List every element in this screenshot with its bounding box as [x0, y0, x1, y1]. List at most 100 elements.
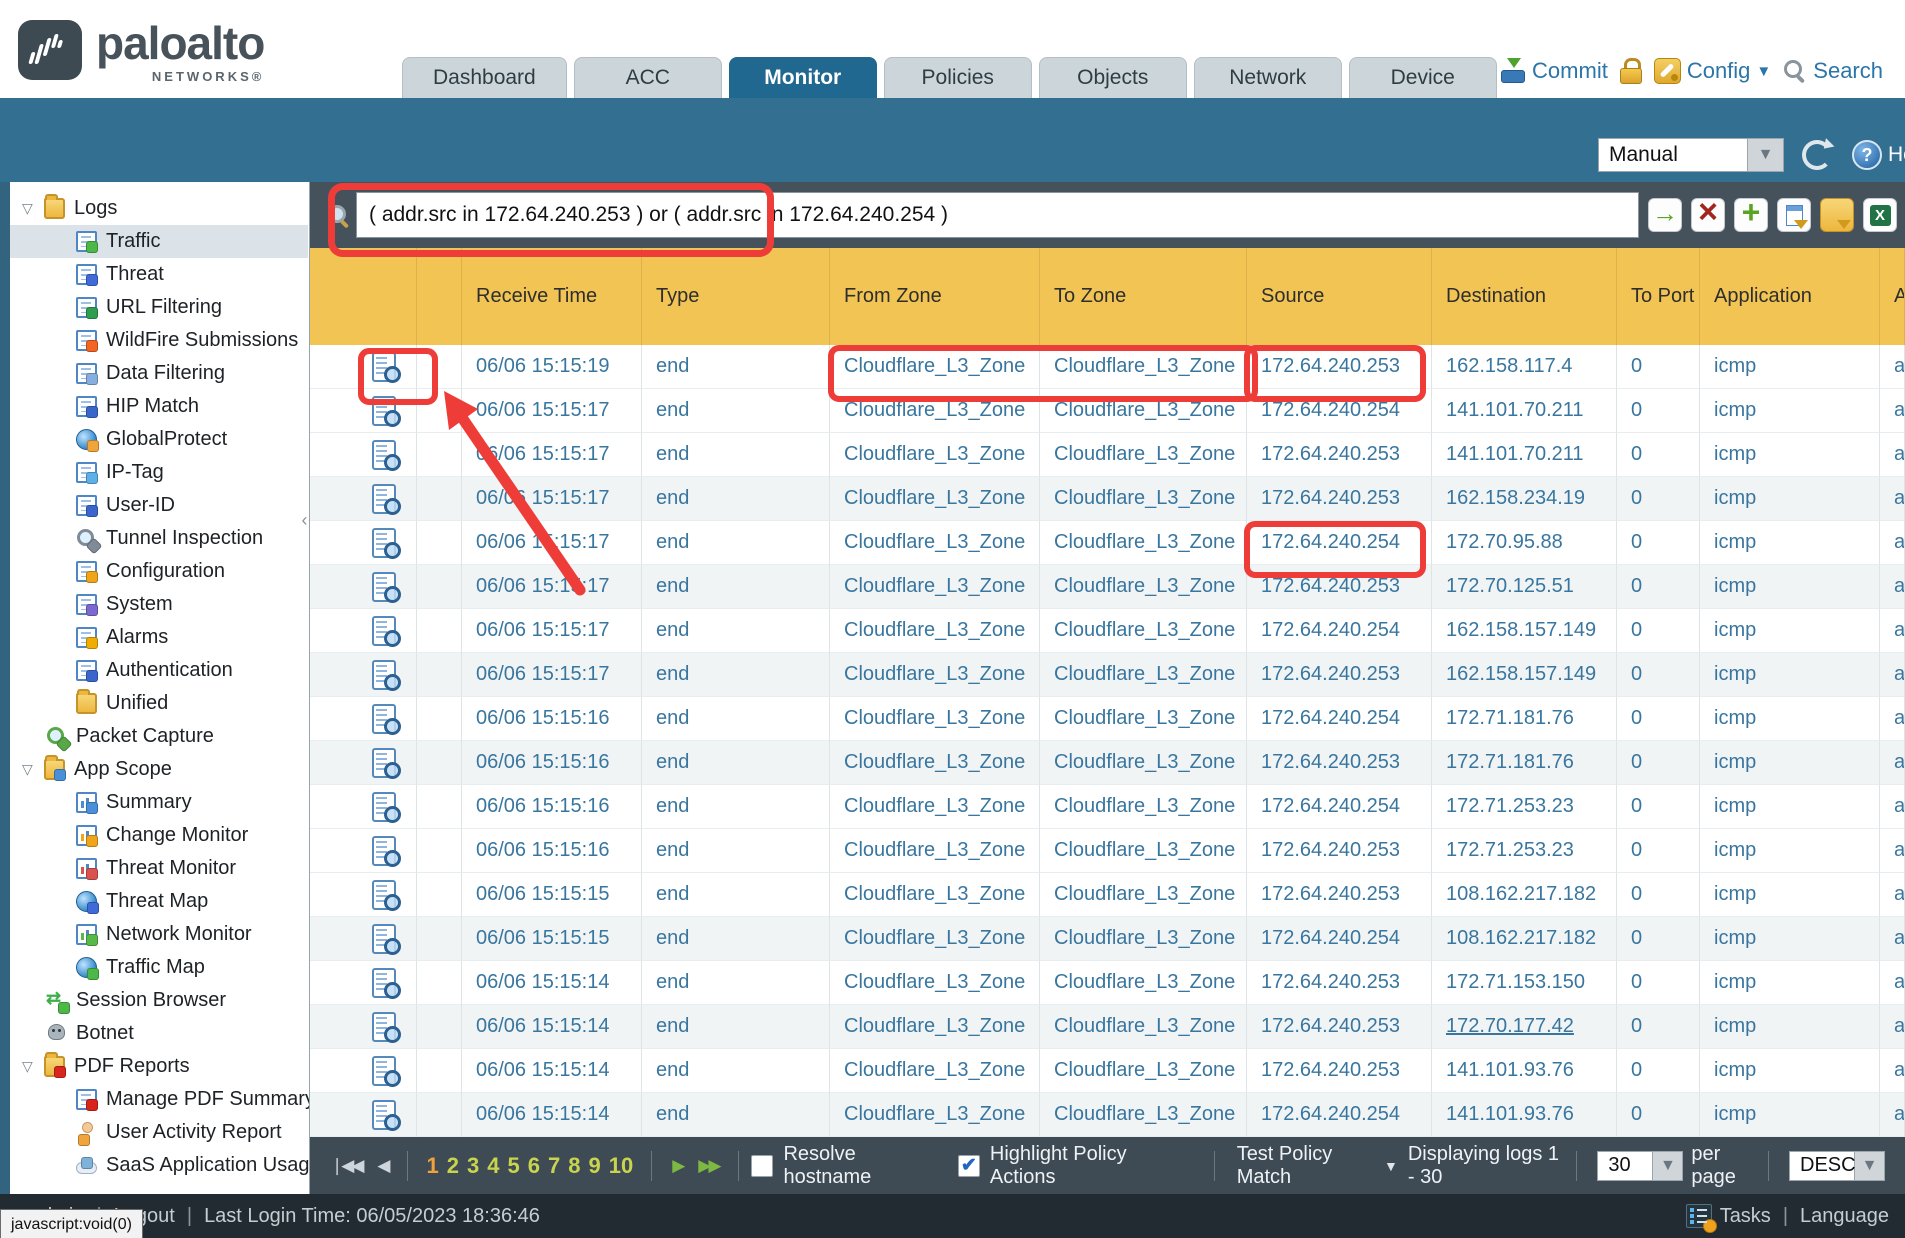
filter-query-input[interactable]	[356, 192, 1639, 238]
cell-to-port[interactable]: 0	[1617, 961, 1700, 1005]
sidebar-item-configuration[interactable]: Configuration	[10, 555, 308, 588]
cell-application[interactable]: icmp	[1700, 961, 1880, 1005]
log-detail-icon[interactable]	[372, 836, 396, 866]
sidebar-item-threat[interactable]: Threat	[10, 258, 308, 291]
expander-icon[interactable]: ▽	[22, 200, 44, 217]
cell-source[interactable]: 172.64.240.254	[1247, 785, 1432, 829]
cell-receive-time[interactable]: 06/06 15:15:14	[462, 1049, 642, 1093]
cell-application[interactable]: icmp	[1700, 477, 1880, 521]
cell-receive-time[interactable]: 06/06 15:15:14	[462, 961, 642, 1005]
cell-detail[interactable]	[310, 1049, 417, 1093]
cell-to-port[interactable]: 0	[1617, 1093, 1700, 1137]
cell-source[interactable]: 172.64.240.254	[1247, 521, 1432, 565]
cell-action[interactable]: allow	[1880, 961, 1905, 1005]
cell-detail[interactable]	[310, 609, 417, 653]
tab-device[interactable]: Device	[1349, 57, 1497, 98]
refresh-icon[interactable]	[1802, 140, 1832, 170]
cell-detail[interactable]	[310, 521, 417, 565]
cell-from-zone[interactable]: Cloudflare_L3_Zone	[830, 433, 1040, 477]
cell-detail[interactable]	[310, 565, 417, 609]
sidebar-item-app-scope[interactable]: ▽App Scope	[10, 753, 308, 786]
cell-receive-time[interactable]: 06/06 15:15:17	[462, 609, 642, 653]
cell-detail[interactable]	[310, 873, 417, 917]
cell-type[interactable]: end	[642, 961, 830, 1005]
log-detail-icon[interactable]	[372, 1056, 396, 1086]
log-detail-icon[interactable]	[372, 396, 396, 426]
sidebar-item-hip-match[interactable]: HIP Match	[10, 390, 308, 423]
log-detail-icon[interactable]	[372, 440, 396, 470]
sidebar-item-user-id[interactable]: User-ID	[10, 489, 308, 522]
cell-to-zone[interactable]: Cloudflare_L3_Zone	[1040, 1093, 1247, 1137]
cell-source[interactable]: 172.64.240.254	[1247, 917, 1432, 961]
cell-application[interactable]: icmp	[1700, 697, 1880, 741]
sidebar-item-summary[interactable]: Summary	[10, 786, 308, 819]
cell-application[interactable]: icmp	[1700, 785, 1880, 829]
refresh-mode-select[interactable]: Manual	[1598, 138, 1748, 172]
cell-destination[interactable]: 162.158.157.149	[1432, 609, 1617, 653]
cell-action[interactable]: allow	[1880, 1093, 1905, 1137]
cell-action[interactable]: allow	[1880, 697, 1905, 741]
cell-from-zone[interactable]: Cloudflare_L3_Zone	[830, 1005, 1040, 1049]
cell-source[interactable]: 172.64.240.254	[1247, 1093, 1432, 1137]
log-detail-icon[interactable]	[372, 484, 396, 514]
cell-action[interactable]: allow	[1880, 873, 1905, 917]
cell-detail[interactable]	[310, 741, 417, 785]
lock-icon[interactable]	[1620, 58, 1642, 84]
cell-action[interactable]: allow	[1880, 829, 1905, 873]
cell-detail[interactable]	[310, 1093, 417, 1137]
cell-from-zone[interactable]: Cloudflare_L3_Zone	[830, 477, 1040, 521]
cell-destination[interactable]: 141.101.70.211	[1432, 389, 1617, 433]
last-page-icon[interactable]: ▶▶	[698, 1156, 718, 1176]
cell-to-port[interactable]: 0	[1617, 873, 1700, 917]
prev-page-icon[interactable]: ◀	[377, 1156, 387, 1176]
tab-acc[interactable]: ACC	[574, 57, 722, 98]
table-row[interactable]: 06/06 15:15:16endCloudflare_L3_ZoneCloud…	[310, 829, 1905, 873]
cell-type[interactable]: end	[642, 345, 830, 389]
cell-type[interactable]: end	[642, 433, 830, 477]
cell-receive-time[interactable]: 06/06 15:15:14	[462, 1005, 642, 1049]
sidebar-item-botnet[interactable]: Botnet	[10, 1017, 308, 1050]
cell-action[interactable]: allow	[1880, 785, 1905, 829]
table-row[interactable]: 06/06 15:15:17endCloudflare_L3_ZoneCloud…	[310, 565, 1905, 609]
log-detail-icon[interactable]	[372, 1012, 396, 1042]
tab-objects[interactable]: Objects	[1039, 57, 1187, 98]
column-header-receive-time[interactable]: Receive Time	[462, 248, 642, 345]
cell-destination[interactable]: 172.70.177.42	[1432, 1005, 1617, 1049]
cell-type[interactable]: end	[642, 1005, 830, 1049]
sidebar-item-url-filtering[interactable]: URL Filtering	[10, 291, 308, 324]
cell-type[interactable]: end	[642, 741, 830, 785]
cell-source[interactable]: 172.64.240.253	[1247, 433, 1432, 477]
column-header-to-zone[interactable]: To Zone	[1040, 248, 1247, 345]
cell-destination[interactable]: 172.70.125.51	[1432, 565, 1617, 609]
cell-receive-time[interactable]: 06/06 15:15:19	[462, 345, 642, 389]
cell-to-zone[interactable]: Cloudflare_L3_Zone	[1040, 741, 1247, 785]
page-number-2[interactable]: 2	[447, 1153, 459, 1179]
tab-policies[interactable]: Policies	[884, 57, 1032, 98]
cell-to-zone[interactable]: Cloudflare_L3_Zone	[1040, 389, 1247, 433]
sidebar-item-network-monitor[interactable]: Network Monitor	[10, 918, 308, 951]
cell-action[interactable]: allow	[1880, 741, 1905, 785]
cell-receive-time[interactable]: 06/06 15:15:15	[462, 873, 642, 917]
cell-destination[interactable]: 162.158.234.19	[1432, 477, 1617, 521]
cell-source[interactable]: 172.64.240.253	[1247, 1005, 1432, 1049]
cell-action[interactable]: allow	[1880, 345, 1905, 389]
cell-to-port[interactable]: 0	[1617, 1049, 1700, 1093]
cell-action[interactable]: allow	[1880, 433, 1905, 477]
cell-to-port[interactable]: 0	[1617, 521, 1700, 565]
cell-to-port[interactable]: 0	[1617, 697, 1700, 741]
sidebar-item-change-monitor[interactable]: Change Monitor	[10, 819, 308, 852]
cell-type[interactable]: end	[642, 609, 830, 653]
sidebar-collapse-handle[interactable]: ‹	[299, 500, 310, 540]
cell-action[interactable]: allow	[1880, 565, 1905, 609]
cell-to-zone[interactable]: Cloudflare_L3_Zone	[1040, 609, 1247, 653]
cell-source[interactable]: 172.64.240.253	[1247, 1049, 1432, 1093]
cell-destination[interactable]: 141.101.93.76	[1432, 1049, 1617, 1093]
refresh-mode-select-arrow[interactable]: ▼	[1748, 138, 1784, 172]
column-header-from-zone[interactable]: From Zone	[830, 248, 1040, 345]
column-header-application[interactable]: Application	[1700, 248, 1880, 345]
sidebar-item-unified[interactable]: Unified	[10, 687, 308, 720]
cell-to-port[interactable]: 0	[1617, 609, 1700, 653]
cell-source[interactable]: 172.64.240.253	[1247, 477, 1432, 521]
cell-action[interactable]: allow	[1880, 389, 1905, 433]
cell-application[interactable]: icmp	[1700, 653, 1880, 697]
